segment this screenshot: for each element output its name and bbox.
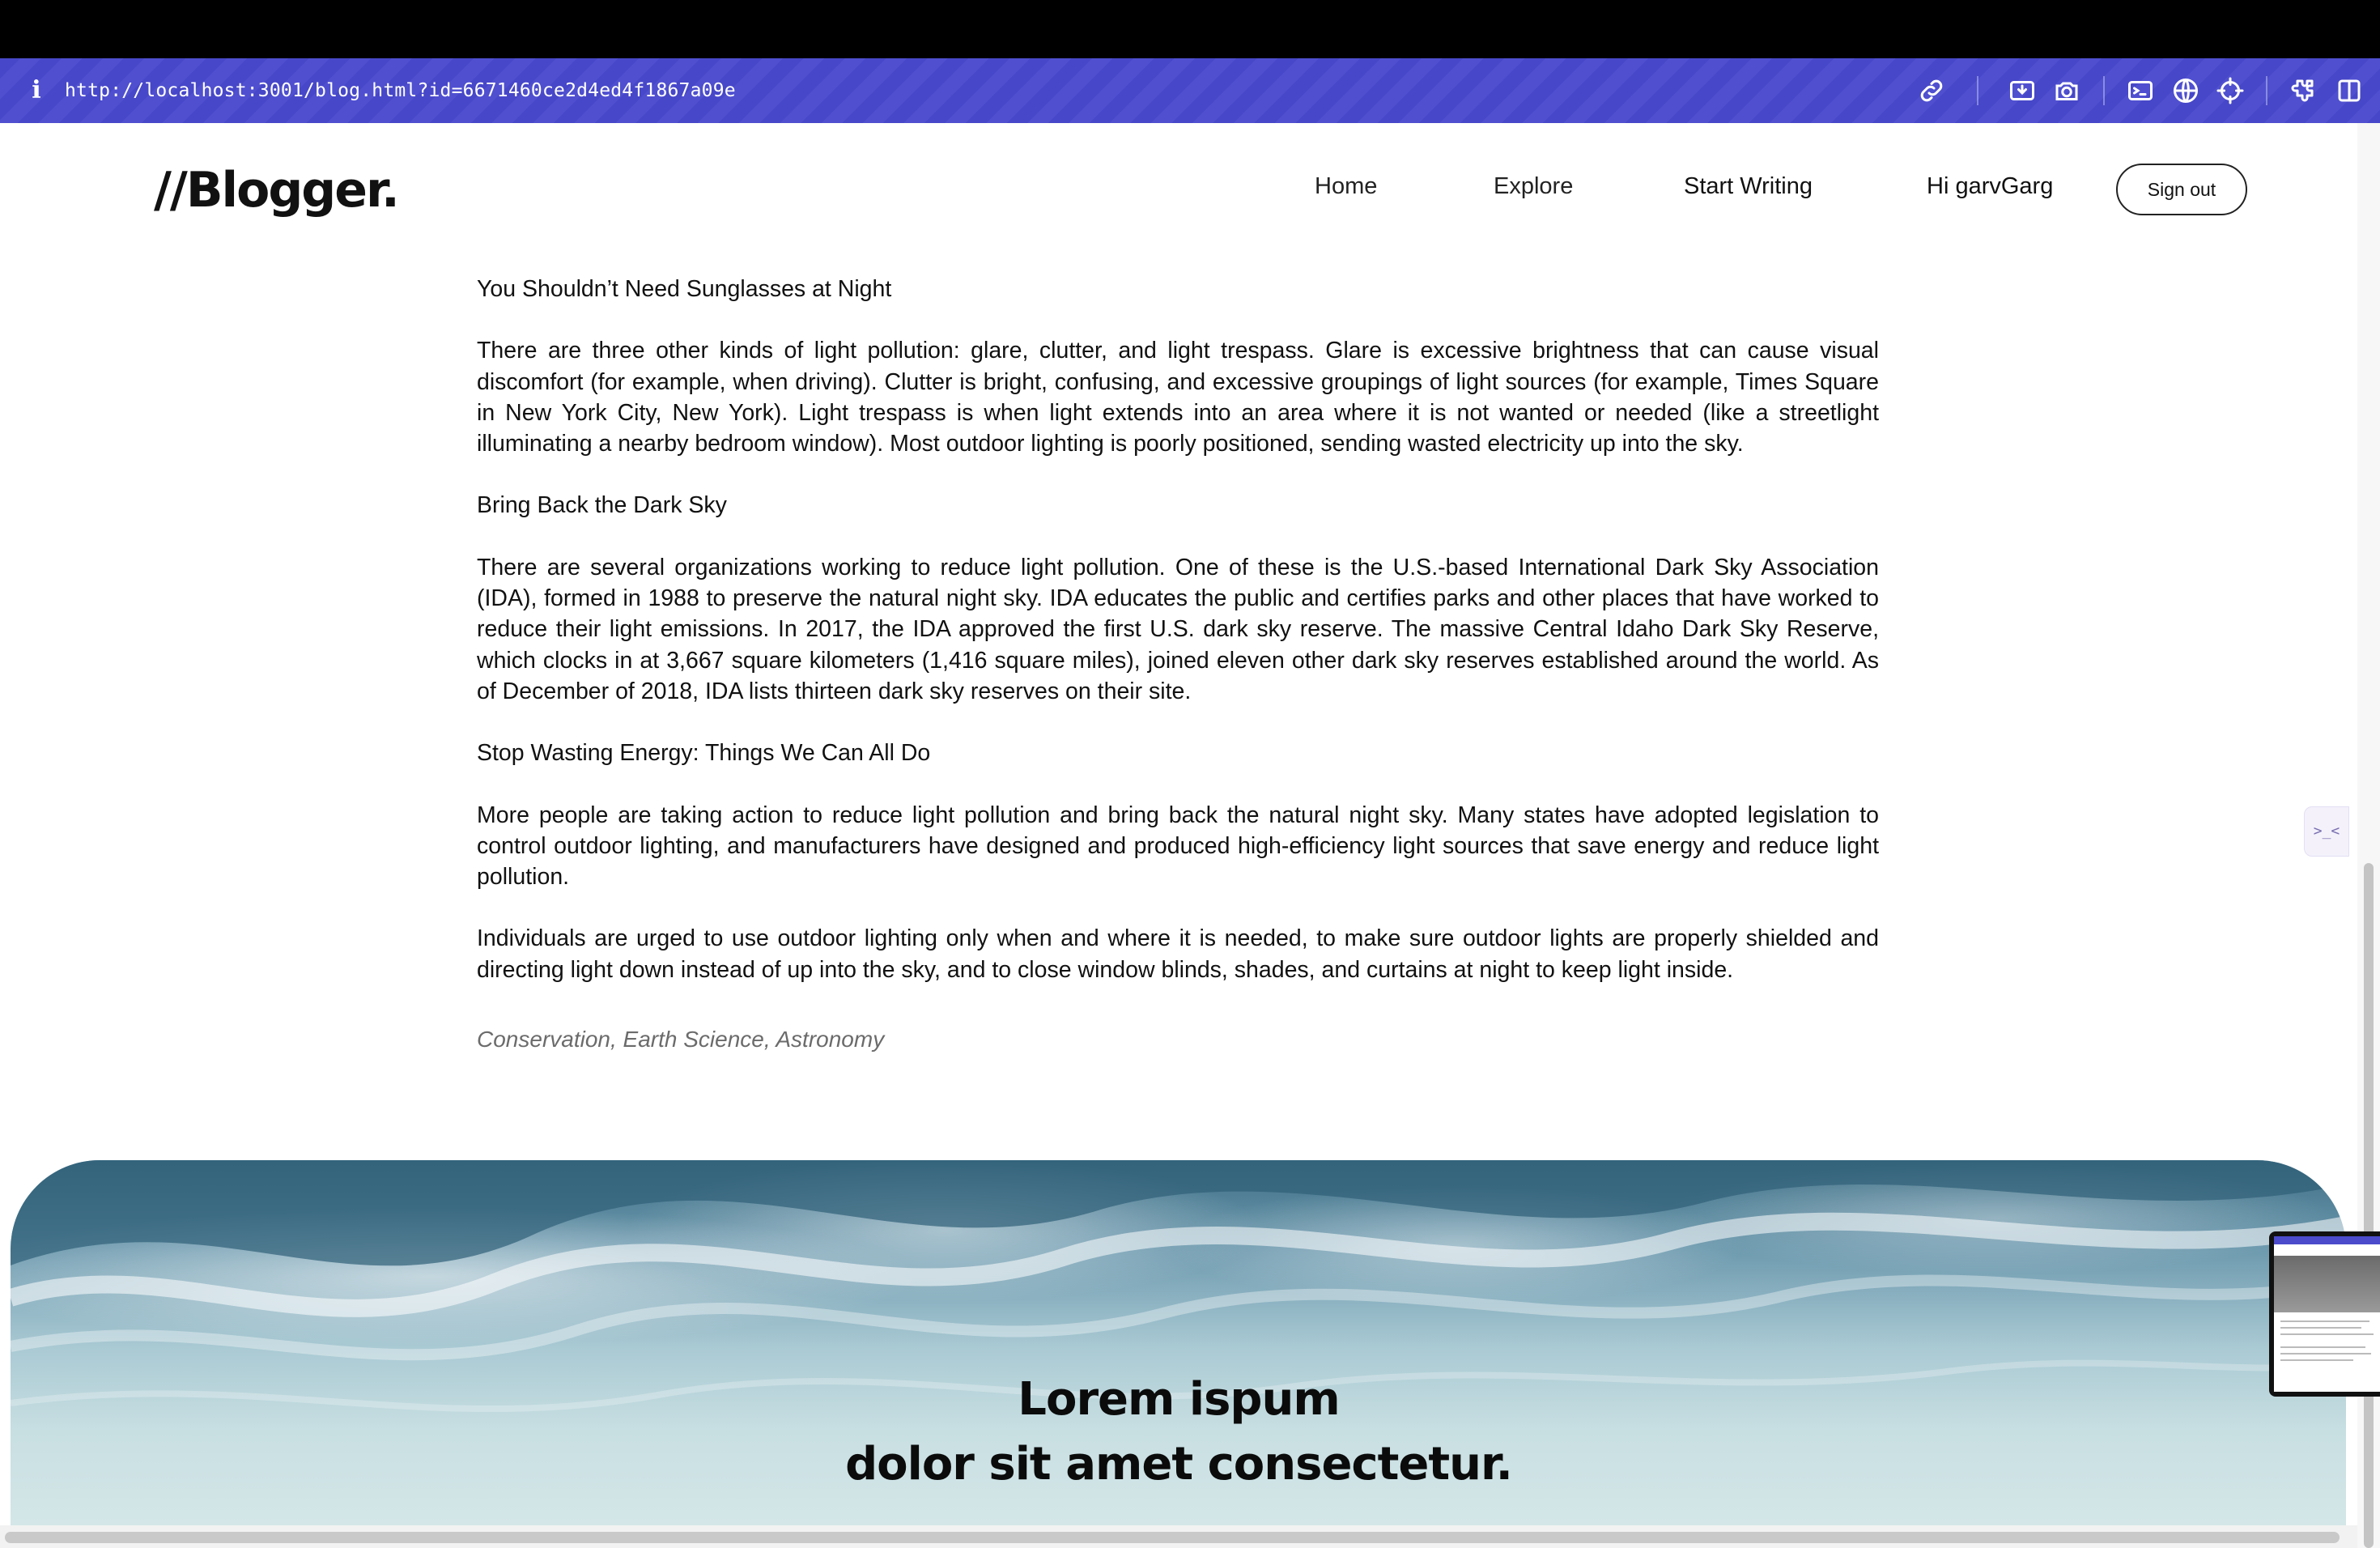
toolbar-separator	[1977, 76, 1978, 105]
link-icon[interactable]	[1917, 76, 1946, 105]
page-preview-thumbnail[interactable]	[2269, 1231, 2380, 1397]
section-heading: You Shouldn’t Need Sunglasses at Night	[477, 276, 892, 302]
section-heading: Bring Back the Dark Sky	[477, 492, 727, 519]
thumbnail-text-line	[2280, 1346, 2365, 1348]
thumbnail-text-line	[2280, 1333, 2374, 1335]
thumbnail-content	[2274, 1236, 2380, 1392]
article-body: You Shouldn’t Need Sunglasses at Night T…	[477, 274, 1879, 1016]
thumbnail-bar	[2274, 1236, 2380, 1244]
nav-user-greeting[interactable]: Hi garvGarg	[1927, 173, 2053, 200]
terminal-icon[interactable]	[2126, 76, 2155, 105]
blog-page: //Blogger. Home Explore Start Writing Hi…	[0, 123, 2357, 1548]
thumbnail-text-line	[2280, 1327, 2361, 1329]
nav-start-writing[interactable]: Start Writing	[1684, 173, 1813, 200]
terminal-glyph-icon: >_<	[2313, 823, 2340, 840]
split-view-icon[interactable]	[2335, 76, 2364, 105]
crosshair-icon[interactable]	[2216, 76, 2245, 105]
horizontal-scrollbar-thumb[interactable]	[5, 1532, 2340, 1543]
hero-heading-line2: dolor sit amet consectetur.	[845, 1438, 1513, 1491]
thumbnail-image	[2274, 1256, 2380, 1312]
horizontal-scrollbar[interactable]	[0, 1525, 2357, 1548]
paragraph: There are several organizations working …	[477, 554, 1879, 704]
paragraph: More people are taking action to reduce …	[477, 802, 1879, 891]
url-field[interactable]: http://localhost:3001/blog.html?id=66714…	[65, 74, 736, 107]
paragraph: There are three other kinds of light pol…	[477, 338, 1879, 457]
paragraph: Individuals are urged to use outdoor lig…	[477, 925, 1879, 983]
window-top-bar	[0, 0, 2380, 58]
site-navbar: //Blogger. Home Explore Start Writing Hi…	[0, 123, 2357, 251]
vertical-scrollbar-thumb[interactable]	[2364, 863, 2374, 1548]
devtools-side-tab[interactable]: >_<	[2304, 806, 2349, 857]
site-logo[interactable]: //Blogger.	[154, 162, 400, 219]
info-icon[interactable]: i	[24, 74, 49, 107]
thumbnail-text-line	[2280, 1359, 2353, 1361]
address-bar: i http://localhost:3001/blog.html?id=667…	[0, 58, 2380, 123]
globe-icon[interactable]	[2171, 76, 2200, 105]
toolbar-separator	[2103, 76, 2105, 105]
section-heading: Stop Wasting Energy: Things We Can All D…	[477, 740, 931, 767]
download-icon[interactable]	[2008, 76, 2037, 105]
hero-heading-line1: Lorem ispum	[1018, 1373, 1340, 1426]
thumbnail-text-line	[2280, 1320, 2369, 1322]
toolbar-separator	[2266, 76, 2267, 105]
nav-explore[interactable]: Explore	[1494, 173, 1573, 200]
article-tags: Conservation, Earth Science, Astronomy	[477, 1027, 885, 1052]
camera-icon[interactable]	[2052, 76, 2081, 105]
nav-home[interactable]: Home	[1315, 173, 1377, 200]
extension-icon[interactable]	[2288, 76, 2317, 105]
sign-out-button[interactable]: Sign out	[2116, 164, 2247, 215]
thumbnail-text-line	[2280, 1353, 2371, 1354]
